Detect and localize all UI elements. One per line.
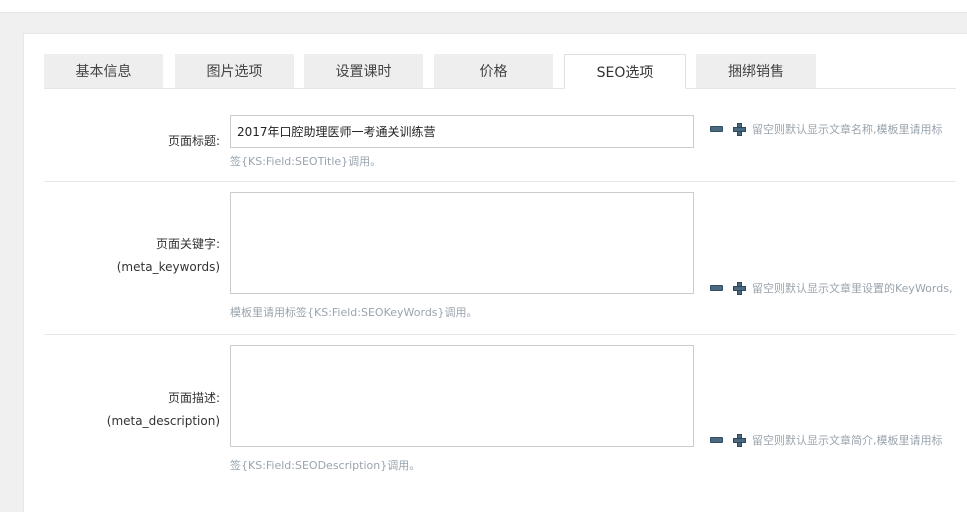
seo-title-controls: 留空则默认显示文章名称,模板里请用标 bbox=[710, 121, 943, 137]
seo-title-input[interactable] bbox=[230, 115, 694, 148]
content-panel: 基本信息 图片选项 设置课时 价格 SEO选项 捆绑销售 页面标题: 签{KS:… bbox=[23, 33, 967, 512]
meta-keywords-sublabel: (meta_keywords) bbox=[116, 260, 220, 274]
seo-title-label: 页面标题: bbox=[167, 134, 220, 148]
minus-icon[interactable] bbox=[710, 437, 723, 443]
meta-description-sublabel: (meta_description) bbox=[106, 414, 220, 428]
tab-basic-info[interactable]: 基本信息 bbox=[44, 54, 163, 88]
plus-icon[interactable] bbox=[733, 281, 746, 295]
meta-keywords-textarea[interactable] bbox=[230, 192, 694, 294]
meta-keywords-controls: 留空则默认显示文章里设置的KeyWords, bbox=[710, 280, 952, 296]
meta-description-hint-below: 签{KS:Field:SEODescription}调用。 bbox=[230, 459, 421, 472]
seo-title-row: 页面标题: 签{KS:Field:SEOTitle}调用。 留空则默认显示文章名… bbox=[44, 89, 956, 182]
seo-title-hint-below: 签{KS:Field:SEOTitle}调用。 bbox=[230, 155, 382, 168]
tab-lesson-settings[interactable]: 设置课时 bbox=[304, 54, 423, 88]
plus-icon[interactable] bbox=[733, 433, 746, 447]
meta-keywords-hint-below: 模板里请用标签{KS:Field:SEOKeyWords}调用。 bbox=[230, 306, 478, 319]
minus-icon[interactable] bbox=[710, 126, 723, 132]
seo-title-hint-side: 留空则默认显示文章名称,模板里请用标 bbox=[752, 123, 943, 136]
minus-icon[interactable] bbox=[710, 285, 723, 291]
tab-bundle-sales[interactable]: 捆绑销售 bbox=[696, 54, 816, 88]
meta-description-controls: 留空则默认显示文章简介,模板里请用标 bbox=[710, 432, 943, 448]
plus-icon[interactable] bbox=[733, 122, 746, 136]
meta-description-hint-side: 留空则默认显示文章简介,模板里请用标 bbox=[752, 434, 943, 447]
meta-description-textarea[interactable] bbox=[230, 345, 694, 447]
tab-bar: 基本信息 图片选项 设置课时 价格 SEO选项 捆绑销售 bbox=[44, 54, 967, 89]
tab-price[interactable]: 价格 bbox=[434, 54, 553, 88]
meta-description-row: 页面描述: (meta_description) 签{KS:Field:SEOD… bbox=[44, 335, 956, 485]
tab-seo-options[interactable]: SEO选项 bbox=[564, 54, 686, 89]
top-bar bbox=[0, 0, 967, 13]
meta-keywords-row: 页面关键字: (meta_keywords) 模板里请用标签{KS:Field:… bbox=[44, 182, 956, 335]
meta-keywords-hint-side: 留空则默认显示文章里设置的KeyWords, bbox=[752, 282, 953, 295]
tab-image-options[interactable]: 图片选项 bbox=[175, 54, 294, 88]
